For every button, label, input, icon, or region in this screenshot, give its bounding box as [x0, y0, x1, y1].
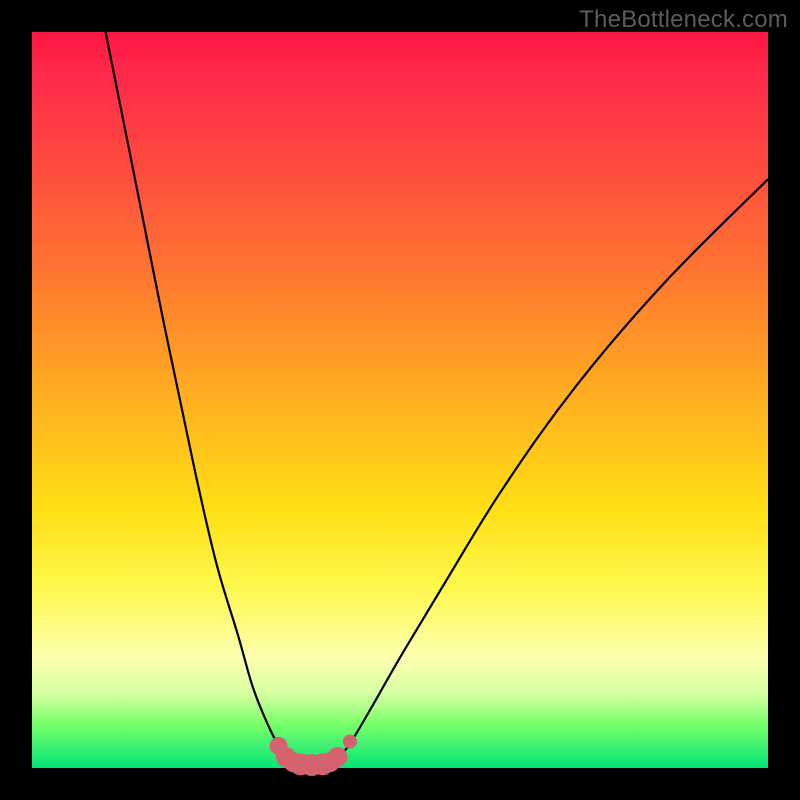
series-marker: [343, 735, 357, 749]
curve-right-branch: [337, 179, 768, 757]
series-marker: [327, 747, 347, 767]
curve-svg: [32, 32, 768, 768]
curve-left-branch: [106, 32, 286, 757]
plot-area: [32, 32, 768, 768]
outer-frame: TheBottleneck.com: [0, 0, 800, 800]
marker-group: [270, 735, 357, 777]
watermark-text: TheBottleneck.com: [579, 6, 788, 34]
